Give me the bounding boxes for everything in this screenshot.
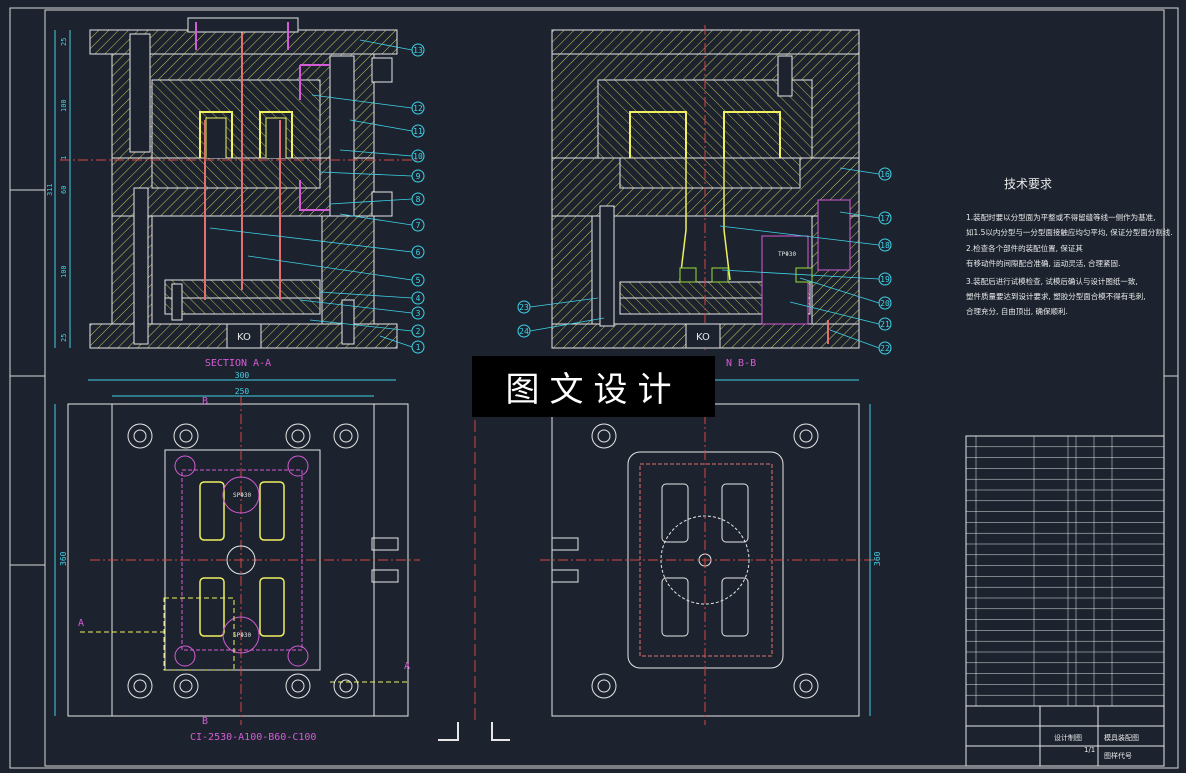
balloon-label: 8 bbox=[416, 195, 421, 204]
section-bb-title: N B-B bbox=[726, 358, 756, 369]
bolt-hole-outer bbox=[173, 673, 199, 699]
base-label-b: KO bbox=[696, 332, 710, 343]
balloon-label: 10 bbox=[413, 152, 423, 161]
tp-label: TPΦ30 bbox=[778, 251, 796, 258]
balloon-label: 6 bbox=[416, 248, 421, 257]
bolt-hole-outer bbox=[173, 423, 199, 449]
bolt-hole-inner bbox=[597, 429, 611, 443]
section-aa-view: KO 25 100 1 60 100 25 311 SECTION A-A bbox=[46, 17, 420, 369]
guide-bush bbox=[287, 645, 309, 667]
bolt-hole-outer bbox=[127, 673, 153, 699]
title-drawing-name: 模具装配图 bbox=[1104, 733, 1139, 742]
tech-req-line-3: 2.检查各个部件的装配位置, 保证其 bbox=[966, 243, 1083, 253]
dim-60: 60 bbox=[60, 186, 68, 194]
title-designer: 设计制图 bbox=[1054, 733, 1082, 742]
sp-label-top: SPΦ30 bbox=[233, 492, 251, 499]
balloon-label: 4 bbox=[416, 294, 421, 303]
bolt-hole-inner bbox=[133, 679, 147, 693]
base-label-a: KO bbox=[237, 332, 251, 343]
bolt-hole-inner bbox=[799, 679, 813, 693]
balloon-label: 24 bbox=[519, 327, 529, 336]
tech-req-line-4: 有移动件的间隙配合准确, 运动灵活, 合理紧固. bbox=[966, 258, 1120, 268]
bolt-hole-inner bbox=[179, 429, 193, 443]
section-marker-a-right: A bbox=[404, 661, 410, 672]
balloon-label: 5 bbox=[416, 276, 421, 285]
balloon-label: 11 bbox=[413, 127, 423, 136]
balloon-label: 21 bbox=[880, 320, 890, 329]
bolt-hole-outer bbox=[793, 423, 819, 449]
balloon-label: 9 bbox=[416, 172, 421, 181]
section-marker-b-top: B bbox=[202, 396, 208, 407]
sp-label-bottom: SPΦ30 bbox=[233, 632, 251, 639]
dim-plan-height-left: 360 bbox=[59, 551, 68, 566]
guide-bush bbox=[174, 455, 196, 477]
dim-25-top: 25 bbox=[60, 38, 68, 46]
bolt-hole-inner bbox=[179, 679, 193, 693]
tech-req-line-1: 1.装配时要以分型面为平整或不得留缝等线一侧作为基准, bbox=[966, 212, 1156, 222]
mold-code: CI-2530-A100-B60-C100 bbox=[190, 732, 316, 743]
leader-line bbox=[209, 227, 413, 253]
section-marker-a-left: A bbox=[78, 618, 84, 629]
dim-total-height: 311 bbox=[46, 183, 54, 196]
tech-req-line-7: 合理充分, 自由顶出, 确保顺利. bbox=[966, 306, 1068, 316]
guide-bush bbox=[174, 645, 196, 667]
balloon-label: 2 bbox=[416, 327, 421, 336]
bolt-hole-outer bbox=[333, 423, 359, 449]
section-aa-title: SECTION A-A bbox=[205, 358, 271, 369]
tech-req-title: 技术要求 bbox=[1004, 177, 1052, 191]
balloon-label: 22 bbox=[880, 344, 890, 353]
balloon-label: 13 bbox=[413, 46, 423, 55]
bolt-hole-inner bbox=[339, 429, 353, 443]
bolt-hole-outer bbox=[793, 673, 819, 699]
bolt-hole-inner bbox=[133, 429, 147, 443]
section-bb-view: TPΦ30 KO N B-B bbox=[551, 25, 860, 369]
tech-req-line-2: 如1.5以内分型与一分型面接触应均匀平均, 保证分型面分割线. bbox=[966, 227, 1173, 237]
dim-100-bottom: 100 bbox=[60, 265, 68, 278]
dim-25-bottom: 25 bbox=[60, 334, 68, 342]
parts-list bbox=[965, 435, 1165, 707]
plan-view-moving-half: SPΦ30 SPΦ30 A A B B 300 250 360 CI-2530-… bbox=[54, 371, 420, 743]
balloon-label: 16 bbox=[880, 170, 890, 179]
balloon-label: 12 bbox=[413, 104, 423, 113]
title-drawing-no: 图样代号 bbox=[1104, 751, 1132, 760]
bolt-hole-outer bbox=[285, 673, 311, 699]
guide-bush bbox=[287, 455, 309, 477]
title-sheet: 1/1 bbox=[1084, 746, 1095, 754]
bolt-hole-outer bbox=[333, 673, 359, 699]
bolt-circles bbox=[127, 423, 819, 699]
dim-100-top: 100 bbox=[60, 99, 68, 112]
bolt-hole-inner bbox=[291, 679, 305, 693]
bolt-hole-outer bbox=[591, 673, 617, 699]
balloon-label: 3 bbox=[416, 309, 421, 318]
balloon-label: 7 bbox=[416, 221, 421, 230]
dim-1: 1 bbox=[60, 156, 68, 160]
bolt-hole-outer bbox=[127, 423, 153, 449]
bolt-hole-outer bbox=[591, 423, 617, 449]
plan-view-fixed-half: 360 bbox=[540, 379, 882, 725]
balloon-label: 18 bbox=[880, 241, 890, 250]
bolt-hole-inner bbox=[291, 429, 305, 443]
balloon-label: 23 bbox=[519, 303, 529, 312]
balloon-label: 20 bbox=[880, 299, 890, 308]
dim-width-outer-left: 300 bbox=[235, 371, 250, 380]
balloon-label: 19 bbox=[880, 275, 890, 284]
dim-width-inner: 250 bbox=[235, 387, 250, 396]
bolt-hole-inner bbox=[597, 679, 611, 693]
tech-req-line-6: 塑件质量要达到设计要求, 塑胶分型面合模不得有毛刺, bbox=[966, 291, 1146, 301]
dim-plan-height-right: 360 bbox=[873, 551, 882, 566]
balloon-label: 17 bbox=[880, 214, 890, 223]
balloon-label: 1 bbox=[416, 343, 421, 352]
section-marker-b-bottom: B bbox=[202, 716, 208, 727]
watermark-banner: 图文设计 bbox=[472, 356, 715, 417]
title-block: 设计制图 模具装配图 图样代号 1/1 bbox=[965, 705, 1165, 767]
bolt-hole-inner bbox=[799, 429, 813, 443]
bolt-hole-outer bbox=[285, 423, 311, 449]
tech-requirements: 技术要求 1.装配时要以分型面为平整或不得留缝等线一侧作为基准, 如1.5以内分… bbox=[966, 177, 1173, 316]
tech-req-line-5: 3.装配后进行试模检查, 试模后确认与设计图纸一致, bbox=[966, 276, 1138, 286]
